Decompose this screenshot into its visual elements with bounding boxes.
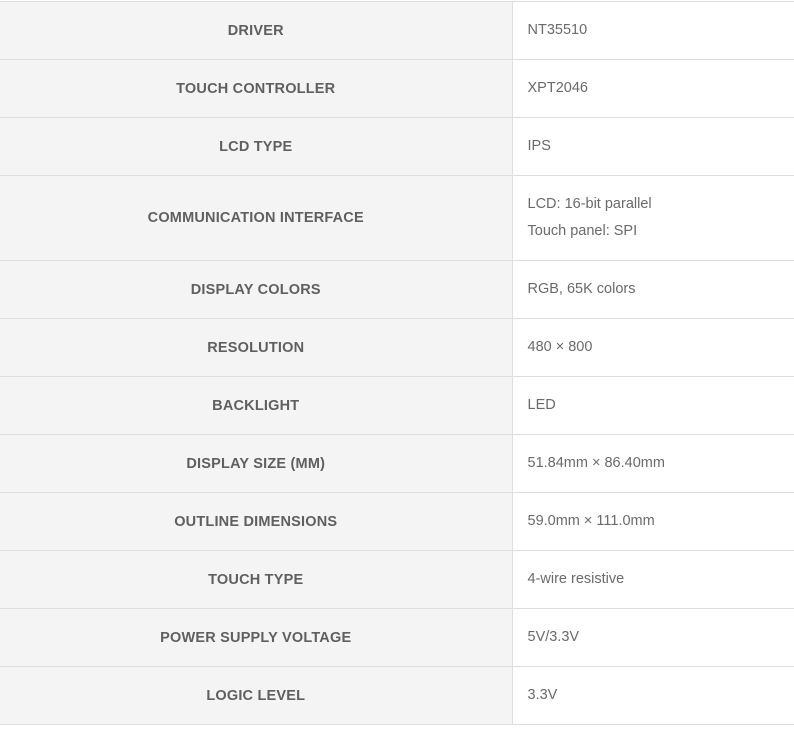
table-row: TOUCH TYPE 4-wire resistive	[0, 550, 794, 609]
table-row: DISPLAY COLORS RGB, 65K colors	[0, 260, 794, 319]
spec-label: LOGIC LEVEL	[0, 666, 513, 725]
spec-value-line: Touch panel: SPI	[527, 223, 638, 239]
spec-value: IPS	[512, 117, 794, 176]
spec-value: LED	[512, 376, 794, 435]
spec-label: RESOLUTION	[0, 318, 513, 377]
spec-value: NT35510	[512, 1, 794, 60]
spec-value-line: LED	[527, 397, 556, 413]
spec-value-line: LCD: 16-bit parallel	[527, 196, 652, 212]
table-row: LOGIC LEVEL 3.3V	[0, 666, 794, 725]
spec-value-line: RGB, 65K colors	[527, 281, 636, 297]
spec-value-line: IPS	[527, 138, 551, 154]
table-row: TOUCH CONTROLLER XPT2046	[0, 59, 794, 118]
table-row: POWER SUPPLY VOLTAGE 5V/3.3V	[0, 608, 794, 667]
spec-value-line: 480 × 800	[527, 339, 593, 355]
spec-table: DRIVER NT35510 TOUCH CONTROLLER XPT2046 …	[0, 1, 794, 725]
spec-label: DISPLAY SIZE (MM)	[0, 434, 513, 493]
spec-value: 5V/3.3V	[512, 608, 794, 667]
table-row: DRIVER NT35510	[0, 1, 794, 60]
spec-label: TOUCH TYPE	[0, 550, 513, 609]
table-row: COMMUNICATION INTERFACE LCD: 16-bit para…	[0, 175, 794, 261]
spec-value-line: 5V/3.3V	[527, 629, 580, 645]
table-row: DISPLAY SIZE (MM) 51.84mm × 86.40mm	[0, 434, 794, 493]
spec-label: LCD TYPE	[0, 117, 513, 176]
table-row: RESOLUTION 480 × 800	[0, 318, 794, 377]
table-row: LCD TYPE IPS	[0, 117, 794, 176]
spec-value-line: XPT2046	[527, 80, 588, 96]
spec-value: RGB, 65K colors	[512, 260, 794, 319]
spec-value-line: 59.0mm × 111.0mm	[527, 513, 655, 529]
spec-label: DISPLAY COLORS	[0, 260, 513, 319]
spec-value-line: 51.84mm × 86.40mm	[527, 455, 665, 471]
spec-value-line: 4-wire resistive	[527, 571, 625, 587]
spec-value: 480 × 800	[512, 318, 794, 377]
spec-label: DRIVER	[0, 1, 513, 60]
spec-value-line: NT35510	[527, 22, 588, 38]
spec-value: XPT2046	[512, 59, 794, 118]
spec-value: LCD: 16-bit parallel Touch panel: SPI	[512, 175, 794, 261]
spec-value: 3.3V	[512, 666, 794, 725]
spec-label: COMMUNICATION INTERFACE	[0, 175, 513, 261]
spec-value: 51.84mm × 86.40mm	[512, 434, 794, 493]
spec-label: TOUCH CONTROLLER	[0, 59, 513, 118]
spec-label: OUTLINE DIMENSIONS	[0, 492, 513, 551]
spec-value: 59.0mm × 111.0mm	[512, 492, 794, 551]
spec-value-line: 3.3V	[527, 687, 558, 703]
table-row: BACKLIGHT LED	[0, 376, 794, 435]
spec-label: BACKLIGHT	[0, 376, 513, 435]
spec-value: 4-wire resistive	[512, 550, 794, 609]
table-row: OUTLINE DIMENSIONS 59.0mm × 111.0mm	[0, 492, 794, 551]
spec-label: POWER SUPPLY VOLTAGE	[0, 608, 513, 667]
